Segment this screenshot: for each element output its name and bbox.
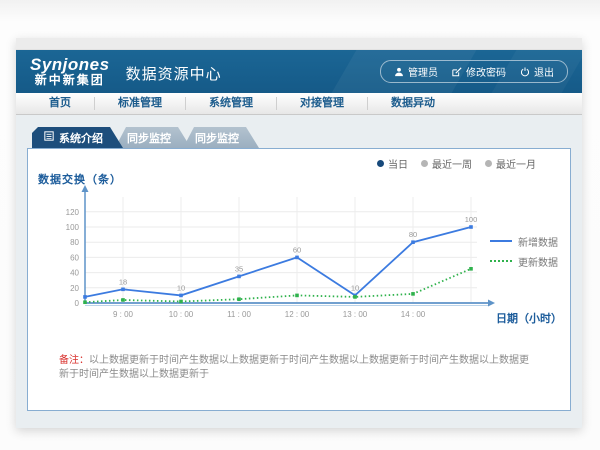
nav-item-home[interactable]: 首页 xyxy=(26,93,94,114)
y-tick-label: 120 xyxy=(66,208,80,217)
footnote: 备注：以上数据更新于时间产生数据以上数据更新于时间产生数据以上数据更新于时间产生… xyxy=(59,354,534,382)
data-point xyxy=(121,298,125,302)
nav-item-standard-mgmt[interactable]: 标准管理 xyxy=(95,93,185,114)
data-point-label: 80 xyxy=(409,230,417,239)
data-point xyxy=(121,288,125,292)
tab-system-intro[interactable]: 系统介绍 xyxy=(32,127,123,148)
data-point xyxy=(179,294,183,298)
data-point xyxy=(237,275,241,279)
legend-new-data[interactable]: 新增数据 xyxy=(490,231,558,251)
y-axis-arrow-icon xyxy=(82,185,89,192)
app-header: Synjones 新中新集团 数据资源中心 管理员 修改密码 退出 xyxy=(16,50,582,93)
data-point xyxy=(411,292,415,296)
header-decor xyxy=(316,50,488,93)
tab-sync-monitor-1[interactable]: 同步监控 xyxy=(115,127,191,148)
y-tick-label: 100 xyxy=(66,223,80,232)
data-point xyxy=(295,256,299,260)
main-nav: 首页 标准管理 系统管理 对接管理 数据异动 xyxy=(16,93,582,115)
data-point-label: 35 xyxy=(235,264,243,273)
window-top-strip xyxy=(16,38,582,50)
data-point-label: 10 xyxy=(177,283,185,292)
y-tick-label: 0 xyxy=(75,299,80,308)
x-tick-label: 9 : 00 xyxy=(113,310,134,319)
data-point xyxy=(469,225,473,229)
document-icon xyxy=(44,131,54,144)
page-title: 数据资源中心 xyxy=(126,63,222,84)
y-tick-label: 40 xyxy=(70,269,79,278)
y-tick-label: 20 xyxy=(70,284,79,293)
x-tick-label: 10 : 00 xyxy=(169,310,194,319)
data-point-label: 100 xyxy=(465,215,478,224)
data-point xyxy=(469,267,473,271)
data-point-label: 60 xyxy=(293,245,301,254)
x-tick-label: 11 : 00 xyxy=(227,310,251,319)
tab-label: 系统介绍 xyxy=(59,130,103,146)
y-tick-label: 80 xyxy=(70,238,79,247)
tab-label: 同步监控 xyxy=(127,130,171,146)
data-point xyxy=(83,300,87,304)
legend-updated-data[interactable]: 更新数据 xyxy=(490,251,558,271)
solid-line-icon xyxy=(490,240,512,242)
legend-label: 更新数据 xyxy=(518,254,558,269)
data-point-label: 10 xyxy=(351,283,359,292)
data-point xyxy=(179,300,183,304)
logo-company-text: 新中新集团 xyxy=(30,74,110,87)
x-axis-arrow-icon xyxy=(488,300,495,307)
nav-item-docking-mgmt[interactable]: 对接管理 xyxy=(277,93,367,114)
x-tick-label: 12 : 00 xyxy=(285,310,310,319)
data-point xyxy=(353,295,357,299)
x-axis-title: 日期（小时） xyxy=(496,310,562,326)
data-point xyxy=(83,295,87,299)
tab-bar: 系统介绍 同步监控 同步监控 xyxy=(32,127,571,148)
data-point xyxy=(237,297,241,301)
dotted-line-icon xyxy=(490,260,512,262)
footnote-label: 备注： xyxy=(59,355,89,366)
logo-brand-text: Synjones xyxy=(30,56,110,74)
tab-sync-monitor-2[interactable]: 同步监控 xyxy=(183,127,259,148)
company-logo: Synjones 新中新集团 xyxy=(30,56,110,86)
x-tick-label: 13 : 00 xyxy=(343,310,368,319)
tab-label: 同步监控 xyxy=(195,130,239,146)
data-point xyxy=(411,240,415,244)
app-window: Synjones 新中新集团 数据资源中心 管理员 修改密码 退出 xyxy=(16,38,582,428)
chart-legend: 新增数据 更新数据 xyxy=(490,231,558,271)
nav-item-system-mgmt[interactable]: 系统管理 xyxy=(186,93,276,114)
legend-label: 新增数据 xyxy=(518,234,558,249)
y-tick-label: 60 xyxy=(70,253,79,262)
data-point xyxy=(295,294,299,298)
data-point-label: 18 xyxy=(119,277,127,286)
nav-item-data-change[interactable]: 数据异动 xyxy=(368,93,458,114)
footnote-text: 以上数据更新于时间产生数据以上数据更新于时间产生数据以上数据更新于时间产生数据以… xyxy=(59,355,529,380)
x-tick-label: 14 : 00 xyxy=(401,310,426,319)
chart-panel: 当日 最近一周 最近一月 数据交换（条） 0204060801001209 : … xyxy=(27,148,571,411)
content-area: 系统介绍 同步监控 同步监控 当日 最近一周 xyxy=(16,115,582,411)
